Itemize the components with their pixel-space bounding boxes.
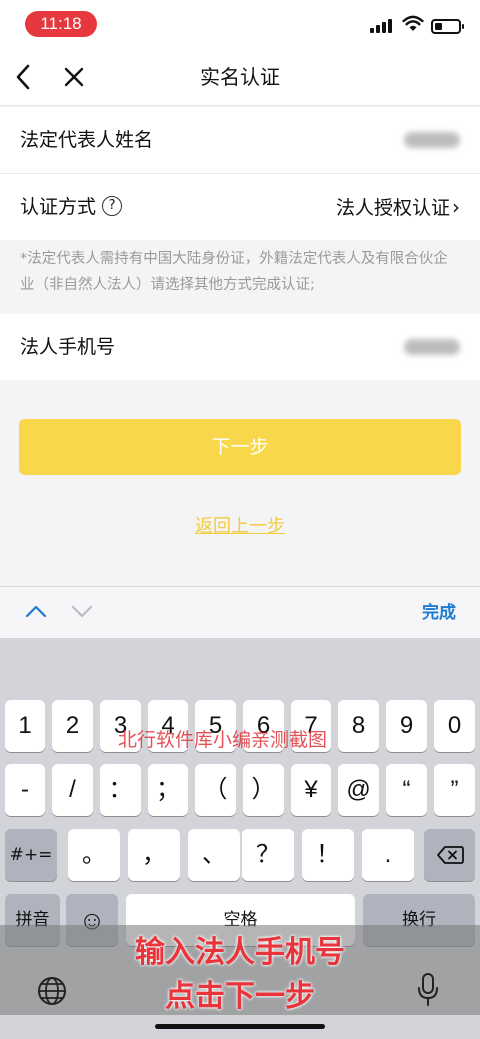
- key-comma-cn[interactable]: ，: [128, 829, 180, 881]
- instruction-caption: 输入法人手机号 点击下一步: [0, 925, 480, 1015]
- battery-icon: [431, 19, 464, 34]
- nav-bar: 实名认证: [0, 48, 480, 106]
- key-enum-comma[interactable]: 、: [188, 829, 240, 881]
- legal-rep-name-label: 法定代表人姓名: [20, 129, 154, 151]
- globe-icon[interactable]: [36, 975, 68, 1007]
- keyboard-accessory-bar: 完成: [0, 586, 480, 638]
- key-left-quote[interactable]: “: [386, 764, 427, 816]
- key-2[interactable]: 2: [52, 700, 93, 752]
- phone-input-blurred[interactable]: [404, 339, 460, 355]
- key-right-quote[interactable]: ”: [434, 764, 475, 816]
- phone-row[interactable]: 法人手机号: [0, 314, 480, 380]
- chevron-down-icon[interactable]: [70, 601, 94, 621]
- page-title: 实名认证: [200, 65, 280, 89]
- done-button[interactable]: 完成: [422, 587, 456, 639]
- help-icon[interactable]: ?: [102, 196, 123, 216]
- key-yen[interactable]: ¥: [291, 764, 331, 816]
- caption-line-2: 点击下一步: [165, 979, 315, 1014]
- next-step-button[interactable]: 下一步: [19, 419, 461, 475]
- key-slash[interactable]: /: [52, 764, 93, 816]
- caption-line-1: 输入法人手机号: [135, 935, 345, 970]
- key-9[interactable]: 9: [386, 700, 427, 752]
- auth-method-row[interactable]: 认证方式? 法人授权认证 ›: [0, 174, 480, 240]
- key-exclaim[interactable]: ！: [302, 829, 354, 881]
- status-time: 11:18: [25, 11, 97, 37]
- microphone-icon[interactable]: [416, 972, 440, 1008]
- key-colon[interactable]: ：: [100, 764, 141, 816]
- key-left-paren[interactable]: （: [195, 764, 236, 816]
- legal-rep-name-value-blurred: [404, 132, 460, 148]
- wifi-icon: [402, 15, 424, 31]
- status-bar: 11:18: [0, 0, 480, 48]
- key-semicolon[interactable]: ；: [148, 764, 188, 816]
- key-0[interactable]: 0: [434, 700, 475, 752]
- real-name-auth-screen: 11:18 实名认证 法定代表人姓名 认证方式? 法人授权认证 › *法定代表人…: [0, 0, 480, 1039]
- key-8[interactable]: 8: [338, 700, 379, 752]
- chevron-right-icon: ›: [452, 195, 460, 219]
- backspace-key[interactable]: [424, 829, 475, 881]
- back-step-link[interactable]: 返回上一步: [0, 512, 480, 538]
- key-question[interactable]: ？: [242, 829, 294, 881]
- auth-method-value: 法人授权认证: [335, 197, 450, 219]
- legal-rep-name-row: 法定代表人姓名: [0, 107, 480, 173]
- auth-method-value-wrap[interactable]: 法人授权认证 ›: [336, 174, 460, 241]
- key-1[interactable]: 1: [5, 700, 45, 752]
- key-hyphen[interactable]: -: [5, 764, 45, 816]
- key-dot[interactable]: .: [362, 829, 414, 881]
- auth-note: *法定代表人需持有中国大陆身份证，外籍法定代表人及有限合伙企业（非自然人法人）请…: [20, 251, 448, 293]
- auth-method-label-wrap: 认证方式?: [20, 174, 123, 240]
- key-symbols-toggle[interactable]: #+=: [5, 829, 57, 881]
- signal-icon: [370, 19, 394, 33]
- auth-method-label: 认证方式: [20, 196, 97, 218]
- key-period-cn[interactable]: 。: [68, 829, 120, 881]
- home-indicator[interactable]: [155, 1024, 325, 1029]
- phone-label: 法人手机号: [20, 336, 116, 358]
- key-at[interactable]: @: [338, 764, 379, 816]
- key-right-paren[interactable]: ）: [243, 764, 284, 816]
- chevron-up-icon[interactable]: [24, 601, 48, 621]
- backspace-icon: [436, 846, 464, 864]
- watermark: 北行软件库小编亲测截图: [118, 729, 328, 751]
